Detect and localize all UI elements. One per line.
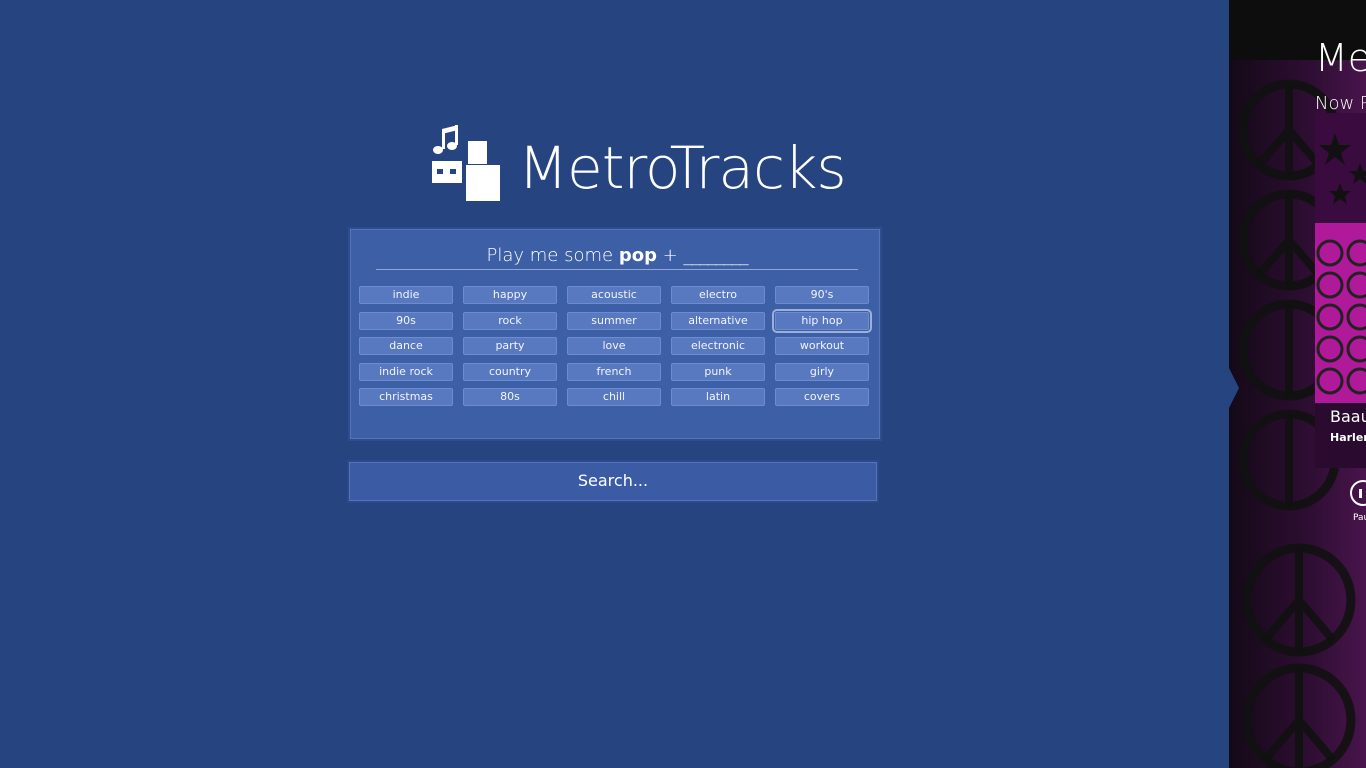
search-button[interactable]: Search... — [347, 460, 879, 503]
tag-button[interactable]: 90's — [775, 286, 869, 304]
tag-button[interactable]: hip hop — [772, 308, 872, 333]
tag-button[interactable]: workout — [775, 337, 869, 356]
tag-button[interactable]: electro — [671, 286, 765, 304]
prompt-prefix: Play me some — [486, 245, 619, 266]
prompt-genre[interactable]: pop — [619, 245, 657, 266]
tag-button[interactable]: acoustic — [567, 286, 661, 304]
track-artist: Harlem — [1330, 431, 1366, 444]
tag-button[interactable]: girly — [775, 362, 869, 381]
panel-app-name: Me — [1315, 36, 1366, 80]
tag-button[interactable]: rock — [463, 311, 557, 330]
tag-button[interactable]: punk — [671, 362, 765, 381]
tag-button[interactable]: latin — [671, 388, 765, 407]
tag-grid: indie happy acoustic electro 90's 90s rock summ… — [359, 286, 872, 407]
tag-button[interactable]: christmas — [359, 388, 453, 407]
tag-button[interactable]: summer — [567, 311, 661, 330]
now-playing-heading: Now P — [1315, 93, 1366, 114]
tag-button[interactable]: covers — [775, 388, 869, 407]
tag-button[interactable]: indie rock — [359, 362, 453, 381]
tag-button[interactable]: indie — [359, 286, 453, 304]
tag-button[interactable]: alternative — [671, 311, 765, 330]
prompt-suffix: + — [656, 245, 684, 266]
prompt-blank: ________ — [683, 245, 748, 266]
pause-icon — [1359, 489, 1362, 498]
tag-button[interactable]: love — [567, 337, 661, 356]
now-playing-panel: Me Now P Baau Harlem Pau — [1229, 0, 1366, 768]
prompt-line: Play me some pop + ________ — [376, 243, 858, 270]
tag-button[interactable]: 90s — [359, 311, 453, 330]
pause-label: Pau — [1353, 513, 1366, 523]
tag-button[interactable]: electronic — [671, 337, 765, 356]
tag-button[interactable]: country — [463, 362, 557, 381]
tag-panel: Play me some pop + ________ indie happy ac… — [348, 227, 882, 441]
track-title: Baau — [1330, 407, 1366, 426]
panel-pointer — [1229, 368, 1239, 408]
music-notes-blocks-icon — [432, 125, 500, 201]
main-area: MetroTracks Play me some pop + ________ … — [0, 0, 1229, 768]
tag-button[interactable]: happy — [463, 286, 557, 304]
tag-button[interactable]: 80s — [463, 388, 557, 407]
tag-button[interactable]: party — [463, 337, 557, 356]
tag-button[interactable]: dance — [359, 337, 453, 356]
tag-button[interactable]: french — [567, 362, 661, 381]
app-logo: MetroTracks — [430, 124, 847, 204]
app-title: MetroTracks — [518, 134, 847, 202]
tag-button[interactable]: chill — [567, 388, 661, 407]
